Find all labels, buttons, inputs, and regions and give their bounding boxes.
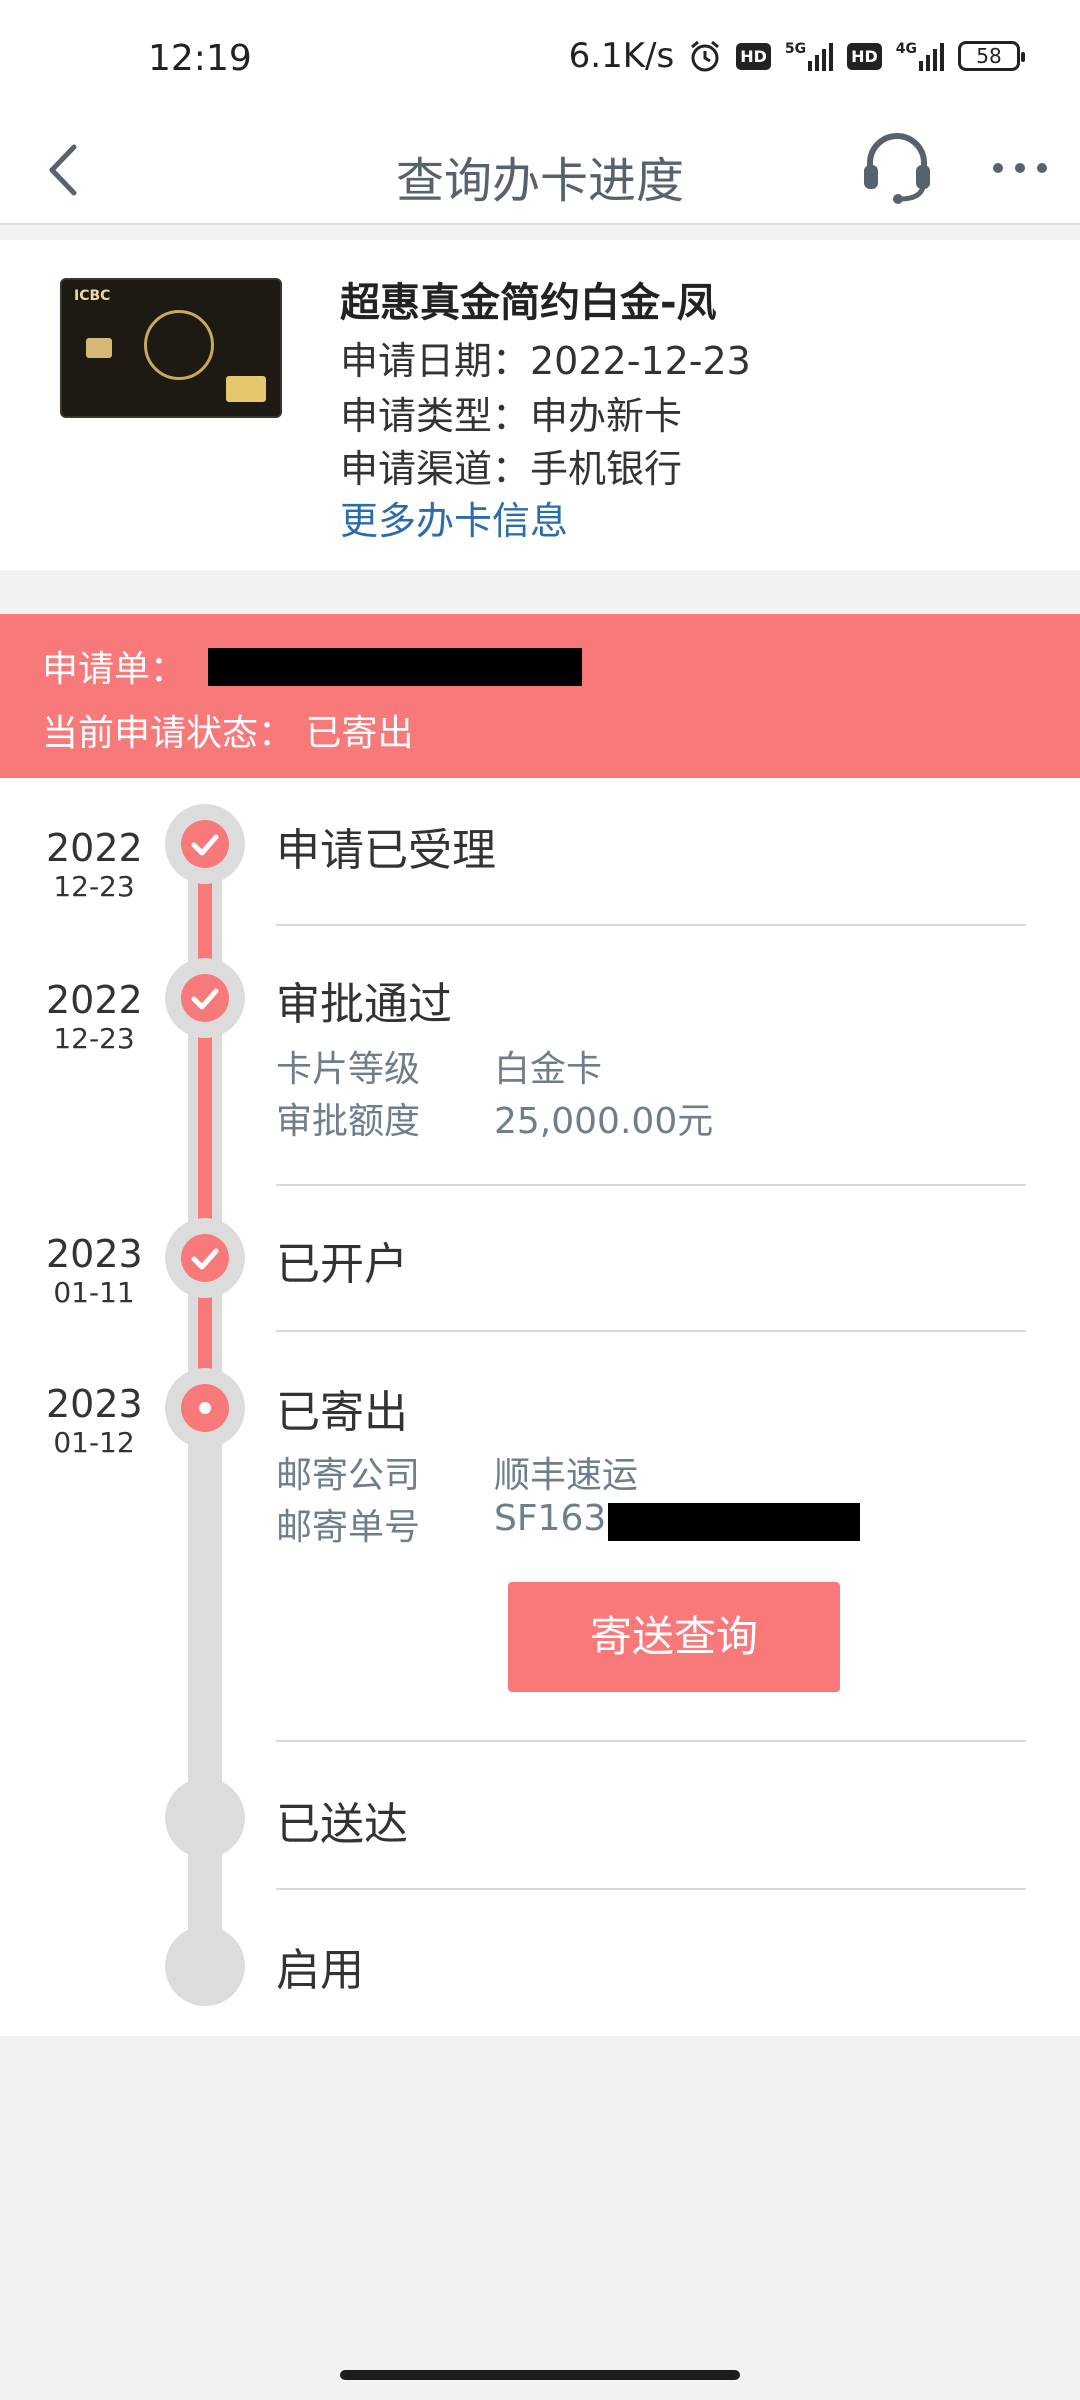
step-date: 12-23	[53, 870, 135, 903]
divider	[276, 924, 1026, 926]
step-title: 已送达	[276, 1799, 408, 1850]
detail-value: 白金卡	[494, 1049, 603, 1090]
step-year: 2023	[46, 1232, 143, 1276]
step-title: 启用	[276, 1945, 364, 1996]
application-number-label: 申请单：	[42, 649, 187, 690]
redacted-application-number	[208, 648, 582, 686]
card-chip	[86, 338, 112, 358]
nav-bar: 查询办卡进度	[0, 115, 1080, 225]
card-network-logo	[226, 376, 266, 402]
step-year: 2023	[46, 1382, 143, 1426]
step-title: 已开户	[276, 1239, 408, 1290]
step-pending-icon	[165, 1778, 245, 1858]
status-icons: 6.1K/s HD 5G HD 4G 58	[568, 36, 1025, 76]
detail-label: 邮寄公司	[276, 1455, 421, 1496]
signal-5g-icon: 5G	[784, 41, 834, 71]
signal-4g-icon: 4G	[896, 41, 944, 71]
track-shipment-button[interactable]: 寄送查询	[508, 1582, 840, 1692]
timeline-progress	[198, 843, 212, 1403]
step-done-icon	[165, 1218, 245, 1298]
hd-badge-1: HD	[736, 42, 771, 70]
step-title: 申请已受理	[276, 825, 496, 876]
divider	[276, 1330, 1026, 1332]
more-card-info-link[interactable]: 更多办卡信息	[340, 490, 568, 545]
battery-icon: 58	[958, 41, 1025, 71]
step-done-icon	[165, 804, 245, 884]
apply-date: 申请日期：2022-12-23	[340, 339, 751, 383]
step-pending-icon	[165, 1926, 245, 2006]
divider	[276, 1740, 1026, 1742]
status-time: 12:19	[148, 38, 252, 79]
card-name: 超惠真金简约白金-凤	[340, 280, 717, 326]
signal-4g-label: 4G	[895, 41, 917, 57]
home-indicator[interactable]	[340, 2370, 740, 2380]
tracking-number: SF163	[494, 1498, 607, 1539]
redacted-tracking-number	[608, 1503, 860, 1541]
current-status: 当前申请状态： 已寄出	[42, 713, 414, 754]
apply-channel: 申请渠道：手机银行	[340, 447, 683, 491]
more-horizontal-icon[interactable]	[990, 153, 1050, 183]
detail-value: 25,000.00元	[494, 1101, 714, 1142]
step-current-icon	[165, 1368, 245, 1448]
progress-timeline: 2022 12-23 申请已受理 2022 12-23 审批通过 卡片等级 白金…	[0, 778, 1080, 2036]
step-title: 已寄出	[276, 1387, 408, 1438]
status-bar: 12:19 6.1K/s HD 5G HD 4G 58	[0, 0, 1080, 115]
signal-5g-label: 5G	[784, 41, 807, 57]
detail-label: 审批额度	[276, 1101, 421, 1142]
apply-type: 申请类型：申办新卡	[340, 394, 683, 438]
detail-label: 卡片等级	[276, 1049, 421, 1090]
credit-card-image: ICBC	[60, 278, 282, 418]
alarm-icon	[691, 40, 720, 72]
hd-badge-2: HD	[847, 42, 882, 70]
phoenix-emblem-icon	[144, 310, 214, 380]
step-done-icon	[165, 958, 245, 1038]
detail-value: 顺丰速运	[494, 1455, 639, 1496]
divider	[276, 1888, 1026, 1890]
step-title: 审批通过	[276, 979, 452, 1030]
step-date: 01-11	[53, 1276, 135, 1309]
detail-label: 邮寄单号	[276, 1507, 421, 1548]
step-year: 2022	[46, 978, 143, 1022]
headset-icon[interactable]	[862, 127, 932, 207]
step-year: 2022	[46, 826, 143, 870]
application-status-banner: 申请单： 当前申请状态： 已寄出	[0, 614, 1080, 778]
net-speed: 6.1K/s	[568, 36, 675, 76]
step-date: 01-12	[53, 1426, 135, 1459]
card-info-section: ICBC 超惠真金简约白金-凤 申请日期：2022-12-23 申请类型：申办新…	[0, 240, 1080, 570]
step-date: 12-23	[53, 1022, 135, 1055]
card-brand-logo: ICBC	[74, 288, 111, 304]
divider	[276, 1184, 1026, 1186]
